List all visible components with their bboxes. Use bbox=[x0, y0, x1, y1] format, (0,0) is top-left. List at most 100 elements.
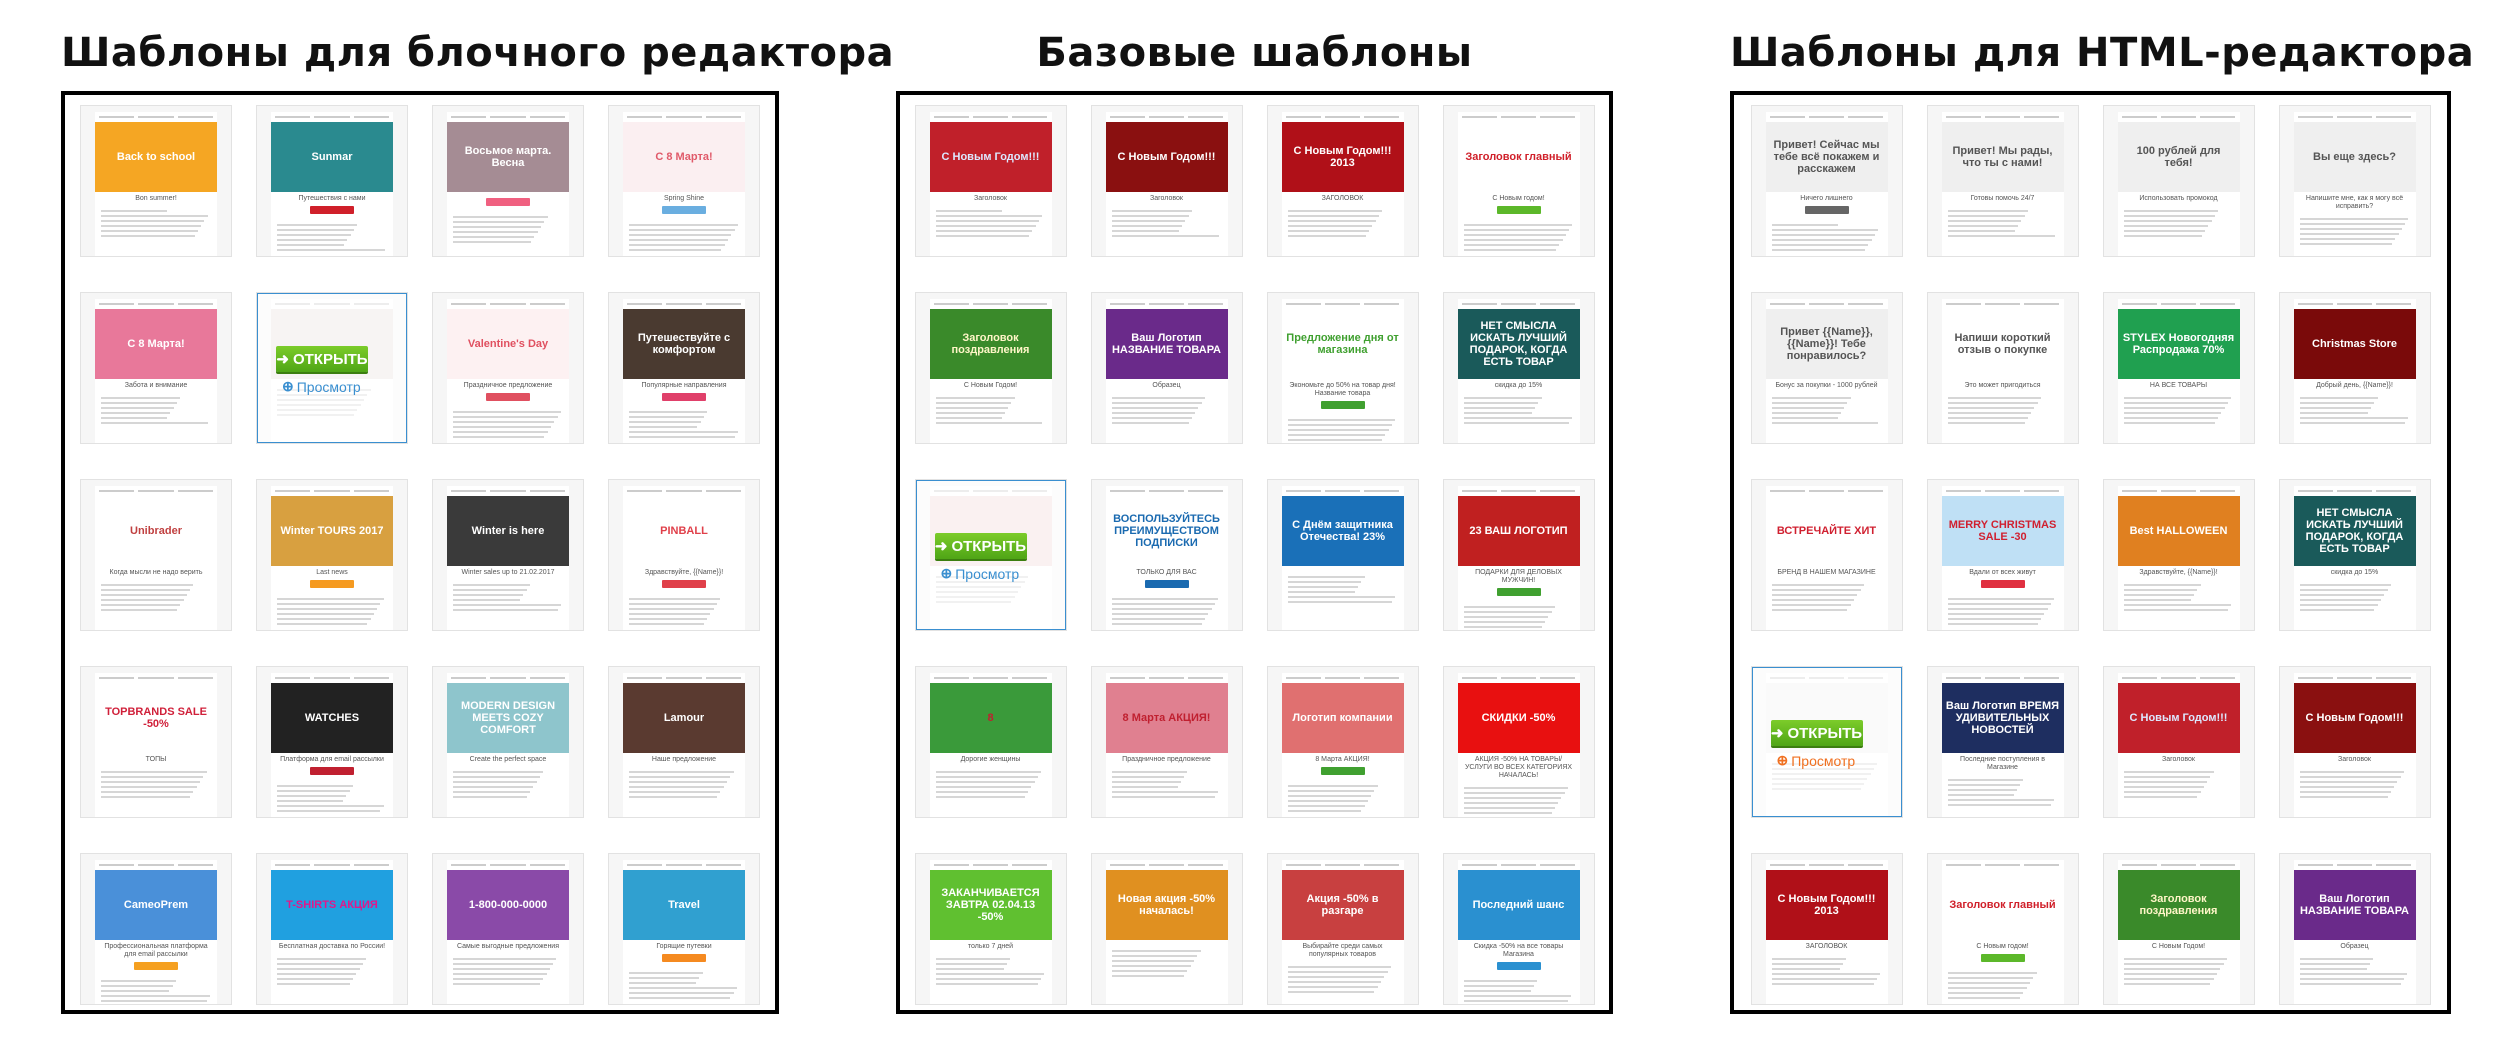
open-template-button[interactable]: ➜ ОТКРЫТЬ bbox=[934, 533, 1027, 559]
template-thumbnail[interactable]: С Новым Годом!!! Заголовок bbox=[2278, 666, 2431, 818]
placeholder-line bbox=[277, 249, 385, 251]
preview-subtitle: Платформа для email рассылки bbox=[280, 756, 384, 763]
template-thumbnail[interactable]: Привет! Сейчас мы тебе всё покажем и рас… bbox=[1750, 105, 1903, 257]
template-thumbnail[interactable]: Привет! Мы рады, что ты с нами! Готовы по… bbox=[1926, 105, 2079, 257]
placeholder-line bbox=[1109, 303, 1145, 305]
template-thumbnail[interactable]: ВСТРЕЧАЙТЕ ХИТ БРЕНД В НАШЕМ МАГАЗИНЕ bbox=[1750, 479, 1903, 631]
template-thumbnail[interactable]: Акция -50% в разгаре Выбирайте среди самы… bbox=[1266, 853, 1419, 1005]
template-thumbnail[interactable]: СКИДКИ -50% АКЦИЯ -50% НА ТОВАРЫ/УСЛУГИ В… bbox=[1442, 666, 1595, 818]
placeholder-line bbox=[277, 613, 374, 615]
placeholder-line bbox=[1463, 611, 1552, 613]
placeholder-line bbox=[314, 677, 350, 679]
template-thumbnail[interactable]: С Новым Годом!!! Заголовок bbox=[2102, 666, 2255, 818]
template-thumbnail[interactable]: С Новым Годом!!! Заголовок bbox=[1090, 105, 1243, 257]
template-thumbnail[interactable]: MERRY CHRISTMAS SALE -30 Вдали от всех жи… bbox=[1926, 479, 2079, 631]
open-template-button[interactable]: ➜ ОТКРЫТЬ bbox=[1770, 720, 1863, 746]
placeholder-line bbox=[629, 618, 708, 620]
template-thumbnail[interactable]: ВОСПОЛЬЗУЙТЕСЬ ПРЕИМУЩЕСТВОМ ПОДПИСКИ ТОЛ… bbox=[1090, 479, 1243, 631]
placeholder-line bbox=[1111, 950, 1201, 952]
template-thumbnail[interactable]: WATCHES Платформа для email рассылки bbox=[256, 666, 408, 818]
template-thumbnail[interactable]: ➜ ОТКРЫТЬ ⊕ Просмотр bbox=[1750, 666, 1903, 818]
placeholder-line bbox=[1947, 412, 2032, 414]
placeholder-line bbox=[629, 776, 731, 778]
preview-subtitle: Spring Shine bbox=[663, 195, 705, 202]
template-thumbnail[interactable]: Travel Горящие путевки bbox=[608, 853, 760, 1005]
template-thumbnail[interactable]: 23 ВАШ ЛОГОТИП ПОДАРКИ ДЛЯ ДЕЛОВЫХ МУЖЧИН… bbox=[1442, 479, 1595, 631]
preview-headline: Привет! Мы рады, что ты с нами! bbox=[1952, 145, 2053, 169]
placeholder-line bbox=[1287, 429, 1389, 431]
template-thumbnail[interactable]: Winter TOURS 2017 Last news bbox=[256, 479, 408, 631]
template-thumbnail[interactable]: Ваш Логотип ВРЕМЯ УДИВИТЕЛЬНЫХ НОВОСТЕЙ П… bbox=[1926, 666, 2079, 818]
placeholder-line bbox=[1188, 303, 1224, 305]
template-thumbnail[interactable]: С Днём защитника Отечества! 23% bbox=[1266, 479, 1419, 631]
template-thumbnail[interactable]: 8 Марта АКЦИЯ! Праздничное предложение bbox=[1090, 666, 1243, 818]
template-thumbnail[interactable]: С Новым Годом!!! 2013 ЗАГОЛОВОК bbox=[1266, 105, 1419, 257]
placeholder-line bbox=[933, 303, 969, 305]
template-thumbnail[interactable]: Sunmar Путешествия с нами bbox=[256, 105, 408, 257]
template-thumbnail[interactable]: Ваш Логотип НАЗВАНИЕ ТОВАРА Образец bbox=[2278, 853, 2431, 1005]
template-thumbnail[interactable]: ➜ ОТКРЫТЬ ⊕ Просмотр bbox=[914, 479, 1067, 631]
template-thumbnail[interactable]: Christmas Store Добрый день, {{Name}}! bbox=[2278, 292, 2431, 444]
preview-template-link[interactable]: ⊕ Просмотр bbox=[282, 378, 361, 395]
placeholder-line bbox=[629, 416, 704, 418]
template-thumbnail[interactable]: Вы еще здесь? Напишите мне, как я могу вс… bbox=[2278, 105, 2431, 257]
template-thumbnail[interactable]: Привет {{Name}}, {{Name}}! Тебе понравил… bbox=[1750, 292, 1903, 444]
template-thumbnail[interactable]: TOPBRANDS SALE -50% ТОПЫ bbox=[80, 666, 232, 818]
template-thumbnail[interactable]: 100 рублей для тебя! Использовать промоко… bbox=[2102, 105, 2255, 257]
template-thumbnail[interactable]: Заголовок поздравления С Новым Годом! bbox=[2102, 853, 2255, 1005]
template-thumbnail[interactable]: STYLEX Новогодняя Распродажа 70% НА ВСЕ Т… bbox=[2102, 292, 2255, 444]
preview-hero: Новая акция -50% началась! bbox=[1105, 870, 1228, 940]
template-thumbnail[interactable]: Best HALLOWEEN Здравствуйте, {{Name}}! bbox=[2102, 479, 2255, 631]
email-preview: С 8 Марта! Spring Shine bbox=[623, 112, 745, 256]
placeholder-line bbox=[1364, 490, 1400, 492]
template-thumbnail[interactable]: Unibrader Когда мысли не надо верить bbox=[80, 479, 232, 631]
placeholder-line bbox=[1287, 210, 1383, 212]
preview-headline: ВОСПОЛЬЗУЙТЕСЬ ПРЕИМУЩЕСТВОМ ПОДПИСКИ bbox=[1113, 513, 1220, 549]
template-thumbnail[interactable]: T-SHIRTS АКЦИЯ Бесплатная доставка по Рос… bbox=[256, 853, 408, 1005]
preview-hero: WATCHES bbox=[271, 683, 393, 753]
template-thumbnail[interactable]: PINBALL Здравствуйте, {{Name}}! bbox=[608, 479, 760, 631]
template-thumbnail[interactable]: Winter is here Winter sales up to 21.02.2… bbox=[432, 479, 584, 631]
template-thumbnail[interactable]: Восьмое марта. Весна bbox=[432, 105, 584, 257]
placeholder-line bbox=[1287, 810, 1362, 812]
template-thumbnail[interactable]: ЗАКАНЧИВАЕТСЯ ЗАВТРА 02.04.13 -50% только… bbox=[914, 853, 1067, 1005]
email-preview: Последний шанс Скидка -50% на все товары … bbox=[1457, 860, 1580, 1004]
template-thumbnail[interactable]: Valentine's Day Праздничное предложение bbox=[432, 292, 584, 444]
placeholder-line bbox=[2299, 407, 2371, 409]
placeholder-line bbox=[2121, 303, 2157, 305]
placeholder-line bbox=[101, 995, 210, 997]
placeholder-line bbox=[451, 864, 487, 866]
template-thumbnail[interactable]: Предложение дня от магазина Экономьте до … bbox=[1266, 292, 1419, 444]
template-thumbnail[interactable]: НЕТ СМЫСЛА ИСКАТЬ ЛУЧШИЙ ПОДАРОК, КОГДА … bbox=[1442, 292, 1595, 444]
template-thumbnail[interactable]: Напиши короткий отзыв о покупке Это может… bbox=[1926, 292, 2079, 444]
template-thumbnail[interactable]: Путешествуйте с комфортом Популярные напр… bbox=[608, 292, 760, 444]
template-thumbnail[interactable]: Заголовок главный С Новым годом! bbox=[1442, 105, 1595, 257]
template-thumbnail[interactable]: Заголовок поздравления С Новым Годом! bbox=[914, 292, 1067, 444]
template-thumbnail[interactable]: Lamour Наше предложение bbox=[608, 666, 760, 818]
template-thumbnail[interactable]: С Новым Годом!!! 2013 ЗАГОЛОВОК bbox=[1750, 853, 1903, 1005]
template-thumbnail[interactable]: CameoPrem Профессиональная платформа для … bbox=[80, 853, 232, 1005]
placeholder-line bbox=[101, 402, 177, 404]
template-thumbnail[interactable]: НЕТ СМЫСЛА ИСКАТЬ ЛУЧШИЙ ПОДАРОК, КОГДА … bbox=[2278, 479, 2431, 631]
template-thumbnail[interactable]: Back to school Bon summer! bbox=[80, 105, 232, 257]
template-thumbnail[interactable]: Новая акция -50% началась! bbox=[1090, 853, 1243, 1005]
template-thumbnail[interactable]: С 8 Марта! Забота и внимание bbox=[80, 292, 232, 444]
template-thumbnail[interactable]: MODERN DESIGN MEETS COZY COMFORT Create t… bbox=[432, 666, 584, 818]
template-thumbnail[interactable]: Последний шанс Скидка -50% на все товары … bbox=[1442, 853, 1595, 1005]
template-thumbnail[interactable]: 1-800-000-0000 Самые выгодные предложения bbox=[432, 853, 584, 1005]
template-thumbnail[interactable]: С Новым Годом!!! Заголовок bbox=[914, 105, 1067, 257]
preview-text-lines bbox=[1458, 217, 1580, 256]
template-thumbnail[interactable]: Заголовок главный С Новым годом! bbox=[1926, 853, 2079, 1005]
template-thumbnail[interactable]: Ваш Логотип НАЗВАНИЕ ТОВАРА Образец bbox=[1090, 292, 1243, 444]
preview-template-link[interactable]: ⊕ Просмотр bbox=[1777, 752, 1856, 769]
template-thumbnail[interactable]: Логотип компании 8 Марта АКЦИЯ! bbox=[1266, 666, 1419, 818]
placeholder-line bbox=[629, 613, 711, 615]
template-thumbnail[interactable]: ➜ ОТКРЫТЬ ⊕ Просмотр bbox=[256, 292, 408, 444]
preview-header bbox=[1766, 112, 1888, 122]
template-thumbnail[interactable]: 8 Дорогие женщины bbox=[914, 666, 1067, 818]
open-template-button[interactable]: ➜ ОТКРЫТЬ bbox=[276, 346, 368, 372]
preview-template-link[interactable]: ⊕ Просмотр bbox=[941, 565, 1020, 582]
placeholder-line bbox=[1463, 792, 1565, 794]
template-thumbnail[interactable]: С 8 Марта! Spring Shine bbox=[608, 105, 760, 257]
placeholder-line bbox=[177, 490, 213, 492]
